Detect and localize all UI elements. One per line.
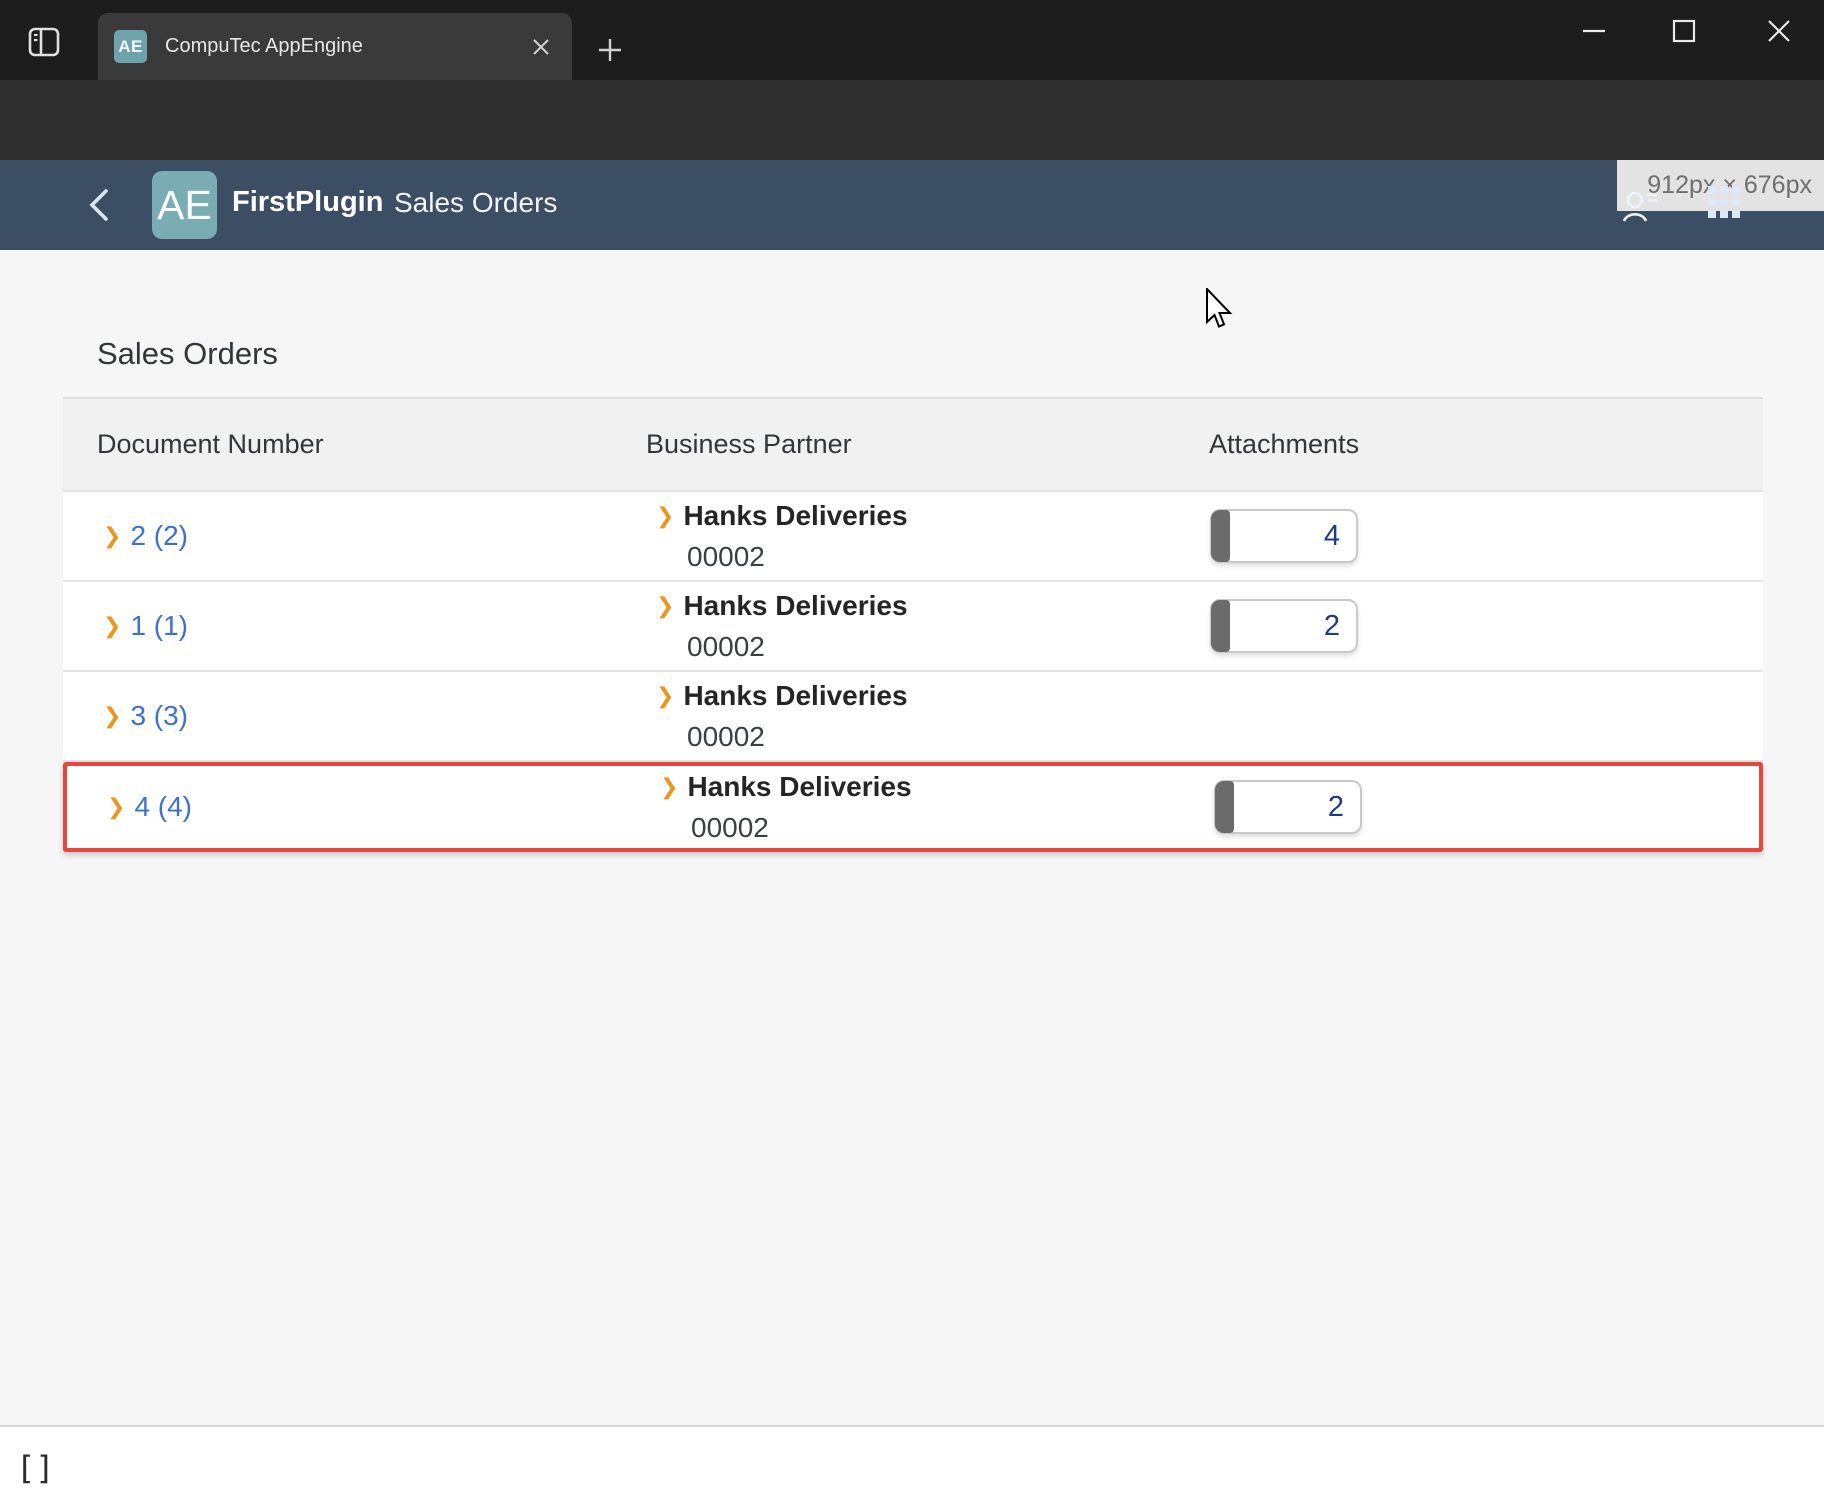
sales-orders-table: Document Number Business Partner Attachm… (63, 397, 1763, 852)
table-body: ❯ 2 (2) ❯ Hanks Deliveries 00002 4 ❯ 1 (1) ❯ Hank… (63, 492, 1763, 852)
window-close-icon[interactable] (1759, 12, 1799, 50)
expand-chevron-icon[interactable]: ❯ (656, 685, 674, 707)
user-account-icon[interactable] (1620, 185, 1660, 230)
business-partner-name: Hanks Deliveries (687, 771, 911, 803)
tab-actions-icon[interactable] (24, 22, 64, 62)
expand-chevron-icon[interactable]: ❯ (107, 796, 125, 818)
app-logo: AE (152, 171, 217, 239)
attachments-value: 2 (1324, 610, 1356, 643)
attachments-cell (1209, 672, 1763, 760)
mouse-cursor (1205, 288, 1235, 337)
column-header-business-partner: Business Partner (646, 429, 1209, 460)
table-row: ❯ 1 (1) ❯ Hanks Deliveries 00002 2 (63, 582, 1763, 672)
table-row: ❯ 2 (2) ❯ Hanks Deliveries 00002 4 (63, 492, 1763, 582)
expand-chevron-icon[interactable]: ❯ (103, 615, 121, 637)
page-content: Sales Orders Document Number Business Pa… (0, 250, 1824, 1425)
page-title: Sales Orders (97, 336, 278, 372)
attachments-cell: 2 (1209, 582, 1763, 670)
document-number-cell: ❯ 2 (2) (63, 492, 646, 580)
attachments-field[interactable]: 4 (1210, 509, 1358, 563)
expand-chevron-icon[interactable]: ❯ (103, 525, 121, 547)
expand-chevron-icon[interactable]: ❯ (656, 595, 674, 617)
document-number-link[interactable]: 4 (4) (134, 791, 192, 823)
document-number-cell: ❯ 4 (4) (67, 766, 650, 848)
attachments-cell: 4 (1209, 492, 1763, 580)
document-number-link[interactable]: 1 (1) (130, 610, 188, 642)
attachments-field-grip (1215, 781, 1234, 833)
business-partner-cell: ❯ Hanks Deliveries 00002 (646, 492, 1209, 580)
tab-favicon: AE (114, 30, 147, 63)
browser-toolbar: localhost:54000/webcontent/launchpad/web… (0, 80, 1824, 160)
document-number-link[interactable]: 3 (3) (130, 700, 188, 732)
bracket-text: [] (16, 1449, 55, 1487)
business-partner-name: Hanks Deliveries (683, 680, 907, 712)
table-header-row: Document Number Business Partner Attachm… (63, 397, 1763, 492)
attachments-cell: 2 (1213, 766, 1767, 848)
app-launcher-grid-icon[interactable] (1706, 184, 1742, 225)
attachments-field[interactable]: 2 (1214, 780, 1362, 834)
business-partner-name: Hanks Deliveries (683, 500, 907, 532)
expand-chevron-icon[interactable]: ❯ (660, 776, 678, 798)
column-header-attachments: Attachments (1209, 429, 1763, 460)
attachments-field[interactable]: 2 (1210, 599, 1358, 653)
table-row: ❯ 3 (3) ❯ Hanks Deliveries 00002 (63, 672, 1763, 762)
business-partner-code: 00002 (656, 721, 1209, 753)
bottom-strip: [] (0, 1425, 1824, 1511)
window-maximize-icon[interactable] (1664, 12, 1704, 50)
shell-back-icon[interactable] (84, 186, 114, 229)
tab-close-icon[interactable] (526, 32, 556, 62)
attachments-field-grip (1211, 600, 1230, 652)
column-header-document-number: Document Number (63, 429, 646, 460)
window-minimize-icon[interactable] (1574, 12, 1614, 50)
document-number-cell: ❯ 1 (1) (63, 582, 646, 670)
business-partner-name: Hanks Deliveries (683, 590, 907, 622)
attachments-field-grip (1211, 510, 1230, 562)
browser-tab[interactable]: AE CompuTec AppEngine (98, 13, 572, 80)
business-partner-code: 00002 (660, 812, 1213, 844)
app-subtitle: Sales Orders (394, 187, 557, 219)
app-name: FirstPlugin (232, 186, 383, 219)
attachments-value: 4 (1324, 520, 1356, 553)
new-tab-icon[interactable] (594, 34, 626, 66)
business-partner-cell: ❯ Hanks Deliveries 00002 (646, 582, 1209, 670)
table-row-highlighted: ❯ 4 (4) ❯ Hanks Deliveries 00002 2 (63, 762, 1763, 852)
tab-title: CompuTec AppEngine (165, 35, 363, 58)
document-number-link[interactable]: 2 (2) (130, 520, 188, 552)
business-partner-code: 00002 (656, 541, 1209, 573)
business-partner-cell: ❯ Hanks Deliveries 00002 (650, 766, 1213, 848)
browser-tab-strip: AE CompuTec AppEngine (0, 0, 1824, 80)
app-shell-header: AE FirstPlugin Sales Orders 912px × 676p… (0, 160, 1824, 250)
expand-chevron-icon[interactable]: ❯ (103, 705, 121, 727)
business-partner-cell: ❯ Hanks Deliveries 00002 (646, 672, 1209, 760)
business-partner-code: 00002 (656, 631, 1209, 663)
attachments-value: 2 (1328, 791, 1360, 824)
document-number-cell: ❯ 3 (3) (63, 672, 646, 760)
expand-chevron-icon[interactable]: ❯ (656, 505, 674, 527)
